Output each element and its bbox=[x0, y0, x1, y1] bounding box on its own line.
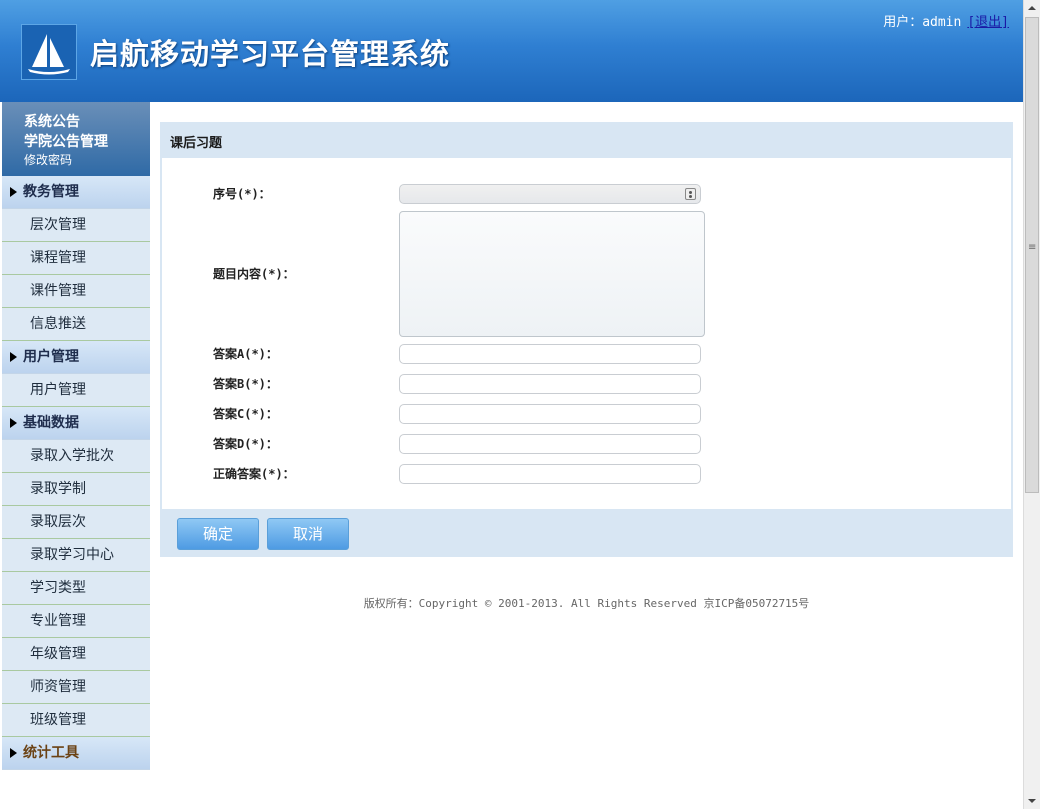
scrollbar-thumb[interactable] bbox=[1025, 17, 1039, 493]
copyright-footer: 版权所有：Copyright © 2001-2013. All Rights R… bbox=[363, 597, 810, 610]
scroll-up-arrow-icon[interactable] bbox=[1024, 0, 1040, 17]
answer-b-label: 答案B(*)： bbox=[213, 377, 278, 391]
sailboat-logo-icon bbox=[21, 24, 77, 80]
app-title: 启航移动学习平台管理系统 bbox=[90, 37, 451, 71]
sidebar-item-push[interactable]: 信息推送 bbox=[2, 308, 150, 341]
sidebar-item-class[interactable]: 班级管理 bbox=[2, 704, 150, 737]
correct-answer-label: 正确答案(*)： bbox=[213, 467, 295, 481]
logout-link[interactable]: [退出] bbox=[967, 15, 1009, 30]
triangle-right-icon bbox=[10, 748, 17, 758]
sidebar-group-basic-data[interactable]: 基础数据 bbox=[2, 407, 150, 440]
sidebar-item-schooling[interactable]: 录取学制 bbox=[2, 473, 150, 506]
sidebar-item-batch[interactable]: 录取入学批次 bbox=[2, 440, 150, 473]
answer-c-input[interactable] bbox=[399, 404, 701, 424]
sidebar-group-label: 基础数据 bbox=[23, 415, 79, 431]
sidebar-item-courseware[interactable]: 课件管理 bbox=[2, 275, 150, 308]
cancel-button[interactable]: 取消 bbox=[267, 518, 349, 550]
triangle-right-icon bbox=[10, 418, 17, 428]
sidebar-group-label: 统计工具 bbox=[23, 745, 79, 761]
sidebar-item-course[interactable]: 课程管理 bbox=[2, 242, 150, 275]
triangle-right-icon bbox=[10, 187, 17, 197]
user-info: 用户：admin [退出] bbox=[883, 11, 1009, 30]
sidebar-item-teachers[interactable]: 师资管理 bbox=[2, 671, 150, 704]
sidebar: 系统公告 学院公告管理 修改密码 教务管理 层次管理 课程管理 课件管理 信息推… bbox=[2, 102, 150, 809]
answer-d-input[interactable] bbox=[399, 434, 701, 454]
sidebar-item-center[interactable]: 录取学习中心 bbox=[2, 539, 150, 572]
sidebar-top-links: 系统公告 学院公告管理 修改密码 bbox=[2, 102, 150, 176]
sidebar-group-label: 教务管理 bbox=[23, 184, 79, 200]
content-label: 题目内容(*)： bbox=[213, 267, 295, 281]
exercise-form: 序号(*)： 题目内容(*)： 答案A(*)： 答案B(*)： 答案C(*)： … bbox=[162, 158, 1011, 509]
header-banner: 启航移动学习平台管理系统 用户：admin [退出] bbox=[0, 0, 1023, 102]
vertical-scrollbar[interactable] bbox=[1023, 0, 1040, 809]
sidebar-item-users[interactable]: 用户管理 bbox=[2, 374, 150, 407]
panel-title: 课后习题 bbox=[170, 136, 223, 151]
sidebar-link-change-password[interactable]: 修改密码 bbox=[24, 152, 150, 168]
sidebar-link-college-notice[interactable]: 学院公告管理 bbox=[24, 132, 150, 152]
sidebar-item-level[interactable]: 层次管理 bbox=[2, 209, 150, 242]
sidebar-item-grade[interactable]: 年级管理 bbox=[2, 638, 150, 671]
answer-a-label: 答案A(*)： bbox=[213, 347, 278, 361]
sidebar-group-stats[interactable]: 统计工具 bbox=[2, 737, 150, 770]
contact-card-icon bbox=[685, 188, 696, 200]
sidebar-item-major[interactable]: 专业管理 bbox=[2, 605, 150, 638]
sidebar-item-study-type[interactable]: 学习类型 bbox=[2, 572, 150, 605]
seq-input[interactable] bbox=[399, 184, 701, 204]
confirm-button[interactable]: 确定 bbox=[177, 518, 259, 550]
correct-answer-input[interactable] bbox=[399, 464, 701, 484]
seq-label: 序号(*)： bbox=[213, 187, 271, 201]
exercise-panel: 课后习题 序号(*)： 题目内容(*)： 答案A(*)： 答案B(*)： 答案C… bbox=[160, 122, 1013, 557]
answer-d-label: 答案D(*)： bbox=[213, 437, 278, 451]
sidebar-group-users[interactable]: 用户管理 bbox=[2, 341, 150, 374]
content-textarea[interactable] bbox=[399, 211, 705, 337]
sidebar-group-academic[interactable]: 教务管理 bbox=[2, 176, 150, 209]
sidebar-item-admit-level[interactable]: 录取层次 bbox=[2, 506, 150, 539]
sidebar-group-label: 用户管理 bbox=[23, 349, 79, 365]
user-label: 用户：admin bbox=[883, 15, 962, 30]
sidebar-link-system-notice[interactable]: 系统公告 bbox=[24, 112, 150, 132]
scroll-down-arrow-icon[interactable] bbox=[1024, 792, 1040, 809]
answer-b-input[interactable] bbox=[399, 374, 701, 394]
answer-a-input[interactable] bbox=[399, 344, 701, 364]
triangle-right-icon bbox=[10, 352, 17, 362]
answer-c-label: 答案C(*)： bbox=[213, 407, 278, 421]
